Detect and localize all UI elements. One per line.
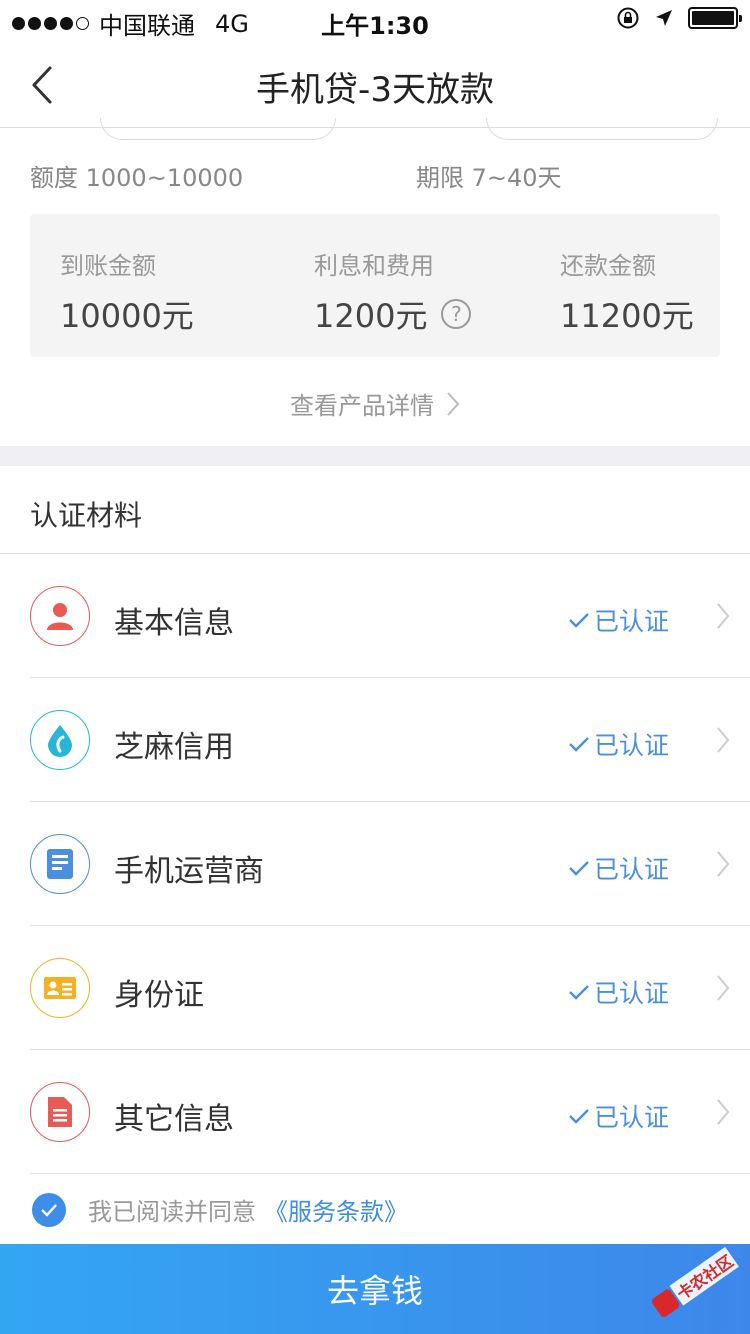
- check-icon: [569, 737, 589, 752]
- cert-label: 身份证: [114, 978, 204, 1013]
- check-icon: [569, 613, 589, 628]
- check-icon: [569, 985, 589, 1000]
- verified-text: 已认证: [594, 979, 670, 1008]
- loan-summary: 到账金额 10000元 利息和费用 1200元 ? 还款金额 11200元: [30, 214, 720, 357]
- service-terms-link[interactable]: 《服务条款》: [264, 1192, 408, 1227]
- get-money-button[interactable]: 去拿钱: [0, 1244, 750, 1334]
- amount-range-label: 额度 1000~10000: [30, 164, 244, 192]
- id-card-icon: [30, 958, 90, 1018]
- cert-label: 基本信息: [114, 606, 234, 641]
- cert-item-other-info[interactable]: 其它信息 已认证: [0, 1050, 750, 1174]
- fee-label: 利息和费用: [314, 252, 434, 280]
- sesame-credit-icon: [30, 710, 90, 770]
- chevron-right-icon: [447, 391, 460, 416]
- fee-row: 1200元 ?: [314, 291, 472, 337]
- verified-text: 已认证: [594, 731, 670, 760]
- repay-value: 11200元: [560, 297, 694, 335]
- chevron-right-icon: [717, 727, 730, 753]
- term-selector[interactable]: [486, 118, 718, 140]
- repay-label: 还款金额: [560, 252, 656, 280]
- received-amount: 到账金额 10000元: [60, 246, 194, 337]
- cert-label: 芝麻信用: [114, 730, 234, 765]
- section-divider: [0, 446, 750, 466]
- received-value: 10000元: [60, 297, 194, 335]
- help-icon[interactable]: ?: [441, 299, 472, 329]
- verified-status: 已认证: [568, 726, 669, 762]
- cert-list: 基本信息 已认证 芝麻信用 已认证 手机运营商 已认证 身份证 已认证 其它信息…: [0, 554, 750, 1174]
- document-icon: [30, 1082, 90, 1142]
- agreement-text: 我已阅读并同意: [88, 1198, 256, 1226]
- verified-status: 已认证: [568, 1098, 669, 1134]
- fee-amount: 利息和费用 1200元 ?: [314, 246, 472, 337]
- fee-value: 1200元: [314, 297, 428, 335]
- product-detail-link[interactable]: 查看产品详情: [0, 386, 750, 421]
- cert-label: 手机运营商: [114, 854, 264, 889]
- status-bar: 中国联通 4G 上午1:30: [0, 0, 750, 40]
- verified-text: 已认证: [594, 1103, 670, 1132]
- user-icon: [30, 586, 90, 646]
- product-detail-label: 查看产品详情: [290, 392, 434, 420]
- watermark-text: 卡农社区: [669, 1246, 739, 1306]
- page-title: 手机贷-3天放款: [256, 70, 494, 110]
- cert-item-phone-carrier[interactable]: 手机运营商 已认证: [0, 802, 750, 926]
- chevron-right-icon: [717, 603, 730, 629]
- repay-amount: 还款金额 11200元: [560, 246, 694, 337]
- verified-status: 已认证: [568, 602, 669, 638]
- verified-status: 已认证: [568, 974, 669, 1010]
- chevron-right-icon: [717, 1099, 730, 1125]
- check-icon: [569, 1109, 589, 1124]
- verified-text: 已认证: [594, 855, 670, 884]
- battery-icon: [688, 7, 742, 29]
- location-arrow-icon: [656, 10, 672, 26]
- cert-item-basic-info[interactable]: 基本信息 已认证: [0, 554, 750, 678]
- agreement-checkbox[interactable]: [32, 1192, 66, 1227]
- received-label: 到账金额: [60, 252, 156, 280]
- chevron-right-icon: [717, 851, 730, 877]
- cert-item-sesame-credit[interactable]: 芝麻信用 已认证: [0, 678, 750, 802]
- section-title: 认证材料: [30, 499, 143, 532]
- verified-text: 已认证: [594, 607, 670, 636]
- cert-label: 其它信息: [114, 1102, 234, 1137]
- orientation-lock-icon: [617, 7, 639, 29]
- chevron-right-icon: [717, 975, 730, 1001]
- agreement-row: 我已阅读并同意 《服务条款》: [32, 1192, 408, 1227]
- term-range-label: 期限 7~40天: [416, 164, 562, 192]
- verified-status: 已认证: [568, 850, 669, 886]
- status-right: [616, 6, 742, 30]
- check-icon: [41, 1203, 57, 1217]
- cert-item-id-card[interactable]: 身份证 已认证: [0, 926, 750, 1050]
- amount-selector[interactable]: [100, 118, 336, 140]
- check-icon: [569, 861, 589, 876]
- nav-bar: 手机贷-3天放款: [0, 40, 750, 128]
- phone-carrier-icon: [30, 834, 90, 894]
